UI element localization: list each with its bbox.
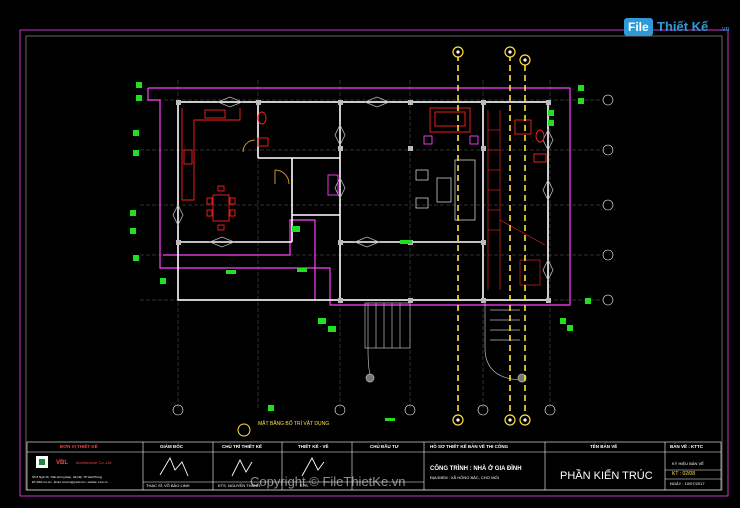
company-logo-mark (39, 459, 45, 465)
highlight-axis-bubble-dots (456, 50, 527, 422)
site-logo-suffix: .vn (720, 26, 730, 33)
sofa-set (415, 159, 476, 221)
tb-location-label: ĐỊA ĐIỂM : XÃ HỒNG BẮC, CHỢ MỚI (430, 475, 500, 480)
tb-dossier-header: HỒ SƠ THIẾT KẾ BẢN VẼ THI CÔNG (430, 444, 509, 449)
tb-sheet-header: BẢN VẼ : KTTC (670, 444, 703, 449)
sheet-inner-border (25, 35, 723, 491)
site-boundary (147, 87, 571, 306)
tb-owner-header: CHỦ ĐẦU TƯ (370, 444, 399, 449)
tb-sheet-code-label: KÝ HIỆU BẢN VẼ (672, 461, 704, 466)
tb-designer-header: ĐƠN VỊ THIẾT KẾ (60, 444, 98, 449)
windows (172, 96, 554, 281)
tb-company-address: Số 8 Ngõ 16, Trần Hưng Đạo, Hà Nội, TP H… (32, 475, 103, 479)
tb-lead-header: CHỦ TRÌ THIẾT KẾ (222, 444, 262, 449)
tb-director-header: GIÁM ĐỐC (160, 444, 183, 449)
kitchen-furniture (181, 108, 241, 231)
tb-company-phone: ĐT: 0904.xxx.xxx - Email: xxxxxxx@gmail.… (32, 481, 108, 484)
level-markers (130, 82, 591, 421)
tb-director-name: THẠC SĨ: VÕ BẢO LINH (146, 483, 190, 488)
tb-drawing-name-header: TÊN BẢN VẼ (590, 444, 618, 449)
copyright-watermark: Copyright © FileThietKe.vn (250, 474, 406, 489)
grid-bubbles-bottom (172, 404, 556, 416)
floor-plan-canvas (19, 29, 729, 497)
doors (242, 139, 290, 185)
tb-date: NGÀY : 10/07/2017 (670, 481, 705, 486)
living-furniture (423, 107, 479, 145)
section-marker (237, 423, 251, 437)
tb-sheet-code: KT : 02/08 (672, 471, 695, 477)
tb-company-name: VBL (56, 460, 68, 466)
grid-bubbles-right (602, 94, 614, 306)
entry-steps (364, 302, 527, 383)
tb-company-sub: Architecture Co.,Ltd (76, 460, 112, 465)
highlight-axes (457, 55, 526, 418)
wc-fixtures (257, 111, 547, 163)
tb-drawing-title: PHẦN KIẾN TRÚC (560, 470, 653, 482)
site-logo-name[interactable]: Thiết Kế (657, 19, 708, 34)
tb-drafter-header: THIẾT KẾ - VẼ (298, 444, 329, 449)
site-logo-file[interactable]: File (624, 18, 653, 36)
plan-caption: MẶT BẰNG BỐ TRÍ VẬT DỤNG (258, 421, 330, 427)
tb-project-label: CÔNG TRÌNH : NHÀ Ở GIA ĐÌNH (430, 466, 522, 472)
